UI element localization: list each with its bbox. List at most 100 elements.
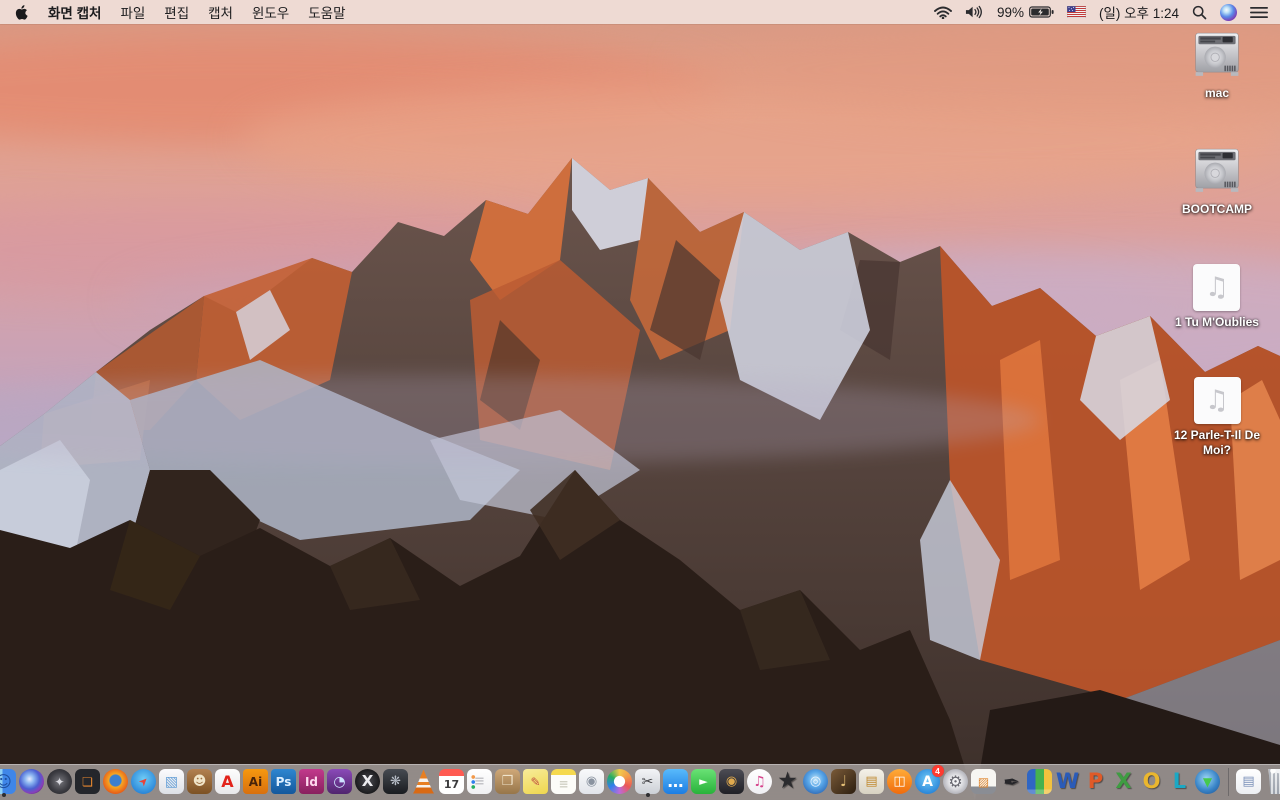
hard-drive-icon [1191,148,1243,198]
dock-facetime[interactable]: ► [691,768,717,796]
dock-indesign[interactable]: Id [299,768,325,796]
notes-glyph: ≡ [558,777,569,791]
dock-xquartz[interactable]: X [355,768,381,796]
apple-menu-icon[interactable] [14,4,29,20]
audio-file-icon: ♫ [1193,264,1241,311]
dock-document-file[interactable]: ▤ [1236,768,1262,796]
menu-item-1[interactable]: 편집 [164,2,189,22]
desktop-icon-1-tu-m-oublies[interactable]: ♫ 1 Tu M'Oublies [1175,264,1259,330]
dock-keynote-09[interactable]: ▨ [971,768,997,796]
dock-itunes[interactable]: ♫ [747,768,773,796]
wallpaper-art [0,0,1280,800]
pages-09-icon: ✒ [999,769,1024,794]
calendar-glyph: 17 [443,778,460,791]
dock-separator [1227,767,1229,796]
dock-inner: ☺ ✦ ❏ ➤ ▧ ☻ A Ai Ps Id ◔ X ❋ 17 ≡ ❒ ✎ ≡ ◉ ✂ … ► ◉ ♫ ★ ◎ ♩ ▤ ◫ A 4 ⚙ ▨ ✒ W P… [0,764,1280,800]
mission-control-icon: ❏ [75,769,100,794]
dock-word[interactable]: W [1055,768,1081,796]
us-flag-input-icon[interactable] [1066,6,1086,18]
desktop-icon-bootcamp[interactable]: BOOTCAMP [1182,148,1252,217]
lync-icon: L [1167,769,1192,794]
dock-web-downloader[interactable]: ▼ [1195,768,1221,796]
garageband-icon: ♩ [831,769,856,794]
dock-mission-control[interactable]: ❏ [75,768,101,796]
excel-icon: X [1111,769,1136,794]
siri-icon[interactable] [1220,3,1237,21]
image-capture-glyph: ◉ [585,774,598,789]
outlook-glyph: O [1142,769,1161,793]
dock-outlook[interactable]: O [1139,768,1165,796]
safari-icon: ➤ [131,769,156,794]
dock-finder[interactable]: ☺ [0,768,17,797]
dock-illustrator[interactable]: Ai [243,768,269,796]
system-preferences-icon: ⚙ [943,769,968,794]
dock-photo-booth[interactable]: ◉ [719,768,745,796]
keynote-09-glyph: ▨ [977,774,990,789]
dock-vlc[interactable] [411,768,437,796]
numbers-09-icon [1027,769,1052,794]
dock-stickies[interactable]: ✎ [523,768,549,796]
dock-ibooks[interactable]: ◫ [887,768,913,796]
dock-disc-utility[interactable]: ❋ [383,768,409,796]
dock-system-preferences[interactable]: ⚙ [943,768,969,796]
menu-item-3[interactable]: 윈도우 [252,2,289,22]
dock-numbers-09[interactable] [1027,768,1053,796]
grab-screen-capture-icon: ✂ [635,769,660,794]
dock-powerpoint[interactable]: P [1083,768,1109,796]
dock-launchpad[interactable]: ✦ [47,768,73,796]
dock-reminders[interactable]: ≡ [467,768,493,796]
volume-icon[interactable] [965,5,984,19]
dock-trash-full[interactable] [1264,768,1280,796]
notification-center-icon[interactable] [1250,6,1268,19]
unarchiver-glyph: ❒ [501,774,514,789]
preview-glyph: ▧ [164,773,179,790]
dock-unarchiver[interactable]: ❒ [495,768,521,796]
desktop-icon-12-parle-t-il-de-moi[interactable]: ♫ 12 Parle-T-Il De Moi? [1165,377,1269,458]
lync-glyph: L [1172,769,1187,793]
wifi-icon[interactable] [933,6,952,19]
dock-pages-09[interactable]: ✒ [999,768,1025,796]
desktop-screen: 화면 캡처 파일 편집 캡처 윈도우 도움말 99% (일) 오후 1:24 m… [0,0,1280,800]
dock-lync[interactable]: L [1167,768,1193,796]
acrobat-reader-icon: A [215,769,240,794]
running-indicator [645,792,650,797]
dock-photoshop[interactable]: Ps [271,768,297,796]
dock-safari[interactable]: ➤ [131,768,157,796]
dock-garageband[interactable]: ♩ [831,768,857,796]
desktop-icon-mac[interactable]: mac [1191,32,1243,101]
dock-firefox[interactable] [103,768,129,796]
dock-acrobat-reader[interactable]: A [215,768,241,796]
desktop-icon-label: BOOTCAMP [1182,202,1252,216]
menu-item-2[interactable]: 캡처 [208,2,233,22]
dock-preview[interactable]: ▧ [159,768,185,796]
dock-dvd-player[interactable]: ◎ [803,768,829,796]
dock-contacts[interactable]: ☻ [187,768,213,796]
dock-messages[interactable]: … [663,768,689,796]
toast-titanium-glyph: ◔ [333,773,346,790]
dock-notes[interactable]: ≡ [551,768,577,796]
dock-app-store[interactable]: A4 [915,764,944,796]
web-downloader-icon: ▼ [1195,769,1220,794]
preview-icon: ▧ [159,769,184,794]
dock-grab-screen-capture[interactable]: ✂ [635,768,661,797]
dock-easyfind[interactable]: ★ [775,768,801,796]
menu-item-4[interactable]: 도움말 [308,2,345,22]
dock-siri[interactable] [19,768,45,796]
ibooks-glyph: ◫ [893,774,906,789]
siri-icon [19,769,44,794]
dock-image-capture[interactable]: ◉ [579,768,605,796]
dock-publishing-app[interactable]: ▤ [859,768,885,796]
dock-excel[interactable]: X [1111,768,1137,796]
dock-toast-titanium[interactable]: ◔ [327,768,353,796]
dock-photos[interactable] [607,768,633,796]
menu-item-0[interactable]: 파일 [120,2,145,22]
menu-bar-clock[interactable]: (일) 오후 1:24 [1099,2,1179,22]
battery-charging-icon[interactable] [1029,6,1054,18]
photoshop-icon: Ps [271,769,296,794]
dock-calendar[interactable]: 17 [439,768,465,796]
ibooks-icon: ◫ [887,769,912,794]
active-app-menu[interactable]: 화면 캡처 [48,2,101,22]
menu-bar: 화면 캡처 파일 편집 캡처 윈도우 도움말 99% (일) 오후 1:24 [0,0,1280,24]
spotlight-icon[interactable] [1192,5,1207,20]
reminders-glyph: ≡ [474,774,485,789]
